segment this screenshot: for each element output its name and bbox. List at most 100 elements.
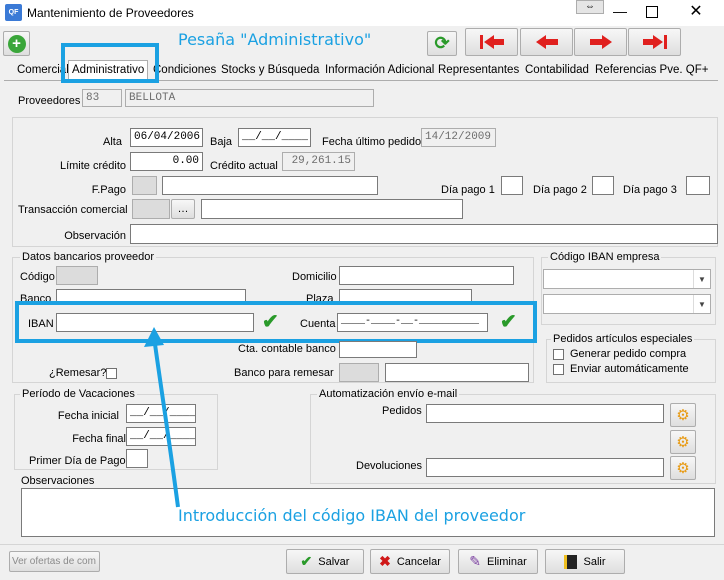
tab-annotation: Pesaña "Administrativo"	[178, 30, 372, 49]
enviar-label: Enviar automáticamente	[570, 363, 689, 375]
remesar-label: ¿Remesar?	[49, 367, 107, 379]
codigo-field[interactable]	[56, 266, 98, 285]
restore-icon[interactable]: ⇔	[576, 0, 604, 14]
iban-empresa-select-1[interactable]: ▼	[543, 269, 711, 289]
dia3-field[interactable]	[686, 176, 710, 195]
salir-button[interactable]: Salir	[545, 549, 625, 574]
iban-annotation: Introducción del código IBAN del proveed…	[178, 506, 526, 525]
credito-actual-value: 29,261.15	[291, 155, 351, 167]
credito-actual-label: Crédito actual	[210, 160, 278, 172]
minimize-icon[interactable]: —	[610, 3, 630, 23]
codigo-label: Código	[20, 271, 55, 283]
banco-remesar-desc[interactable]	[385, 363, 529, 382]
tab-stocks[interactable]: Stocks y Búsqueda	[218, 62, 322, 80]
observaciones-label: Observaciones	[21, 475, 95, 487]
tab-informacion[interactable]: Información Adicional	[322, 62, 437, 80]
domicilio-field[interactable]	[339, 266, 514, 285]
close-icon[interactable]: ✕	[686, 2, 706, 22]
transaccion-browse-button[interactable]: …	[171, 199, 195, 219]
observacion-field[interactable]	[130, 224, 718, 244]
next-record-button[interactable]	[574, 28, 627, 56]
tab-highlight	[61, 43, 159, 83]
devoluciones-email-field[interactable]	[426, 458, 664, 477]
email-gear-icon: ⚙	[676, 460, 690, 477]
first-icon	[479, 35, 504, 49]
pedidos-email-field[interactable]	[426, 404, 664, 423]
email-title: Automatización envío e-mail	[317, 388, 460, 400]
fecha-ultimo-label: Fecha último pedido	[322, 136, 422, 148]
generar-checkbox[interactable]	[553, 349, 564, 360]
last-record-button[interactable]	[628, 28, 681, 56]
cancelar-button[interactable]: ✖ Cancelar	[370, 549, 450, 574]
ver-ofertas-label: Ver ofertas de com	[12, 556, 96, 567]
refresh-icon: ⟳	[434, 33, 450, 53]
banco-remesar-label: Banco para remesar	[234, 367, 334, 379]
pedidos-especiales-title: Pedidos artículos especiales	[551, 333, 695, 345]
baja-field[interactable]: __/__/____	[238, 128, 311, 147]
pedidos-label: Pedidos	[382, 405, 422, 417]
banco-group-title: Datos bancarios proveedor	[20, 251, 157, 263]
x-icon: ✖	[379, 553, 391, 569]
footer-separator	[0, 544, 724, 545]
extra-email-button[interactable]: ⚙	[670, 430, 696, 454]
dia1-field[interactable]	[501, 176, 523, 195]
previous-record-button[interactable]	[520, 28, 573, 56]
annotation-arrow	[144, 327, 180, 508]
fecha-ultimo-field: 14/12/2009	[421, 128, 496, 147]
iban-empresa-select-2[interactable]: ▼	[543, 294, 711, 314]
enviar-checkbox[interactable]	[553, 364, 564, 375]
tab-condiciones[interactable]: Condiciones	[150, 62, 219, 80]
tab-referencias[interactable]: Referencias Pve. QF+	[592, 62, 711, 80]
credito-actual-field: 29,261.15	[282, 152, 355, 171]
banco-remesar-code[interactable]	[339, 363, 379, 382]
last-icon	[642, 35, 667, 49]
salvar-label: Salvar	[318, 555, 350, 568]
dia2-field[interactable]	[592, 176, 614, 195]
door-icon	[564, 554, 578, 569]
tab-contabilidad[interactable]: Contabilidad	[522, 62, 592, 80]
alta-label: Alta	[103, 136, 122, 148]
limite-field[interactable]: 0.00	[130, 152, 203, 171]
pedidos-email-button[interactable]: ⚙	[670, 403, 696, 427]
limite-label: Límite crédito	[59, 160, 126, 172]
first-record-button[interactable]	[465, 28, 518, 56]
cta-contable-label: Cta. contable banco	[238, 343, 336, 355]
fecha-final-label: Fecha final	[72, 433, 126, 445]
next-icon	[589, 35, 612, 49]
fpago-code[interactable]	[132, 176, 157, 195]
ver-ofertas-button[interactable]: Ver ofertas de com	[9, 551, 100, 572]
previous-icon	[535, 35, 558, 49]
salvar-button[interactable]: ✔ Salvar	[286, 549, 364, 574]
salir-label: Salir	[583, 555, 606, 568]
provider-code[interactable]: 83	[82, 89, 122, 107]
email-gear-icon: ⚙	[676, 434, 690, 451]
provider-name[interactable]: BELLOTA	[125, 89, 374, 107]
devoluciones-email-button[interactable]: ⚙	[670, 456, 696, 480]
add-button[interactable]: +	[3, 31, 30, 56]
fecha-inicial-label: Fecha inicial	[57, 410, 119, 422]
transaccion-desc[interactable]	[201, 199, 463, 219]
fpago-label: F.Pago	[91, 184, 126, 196]
tab-representantes[interactable]: Representantes	[435, 62, 522, 80]
dia1-label: Día pago 1	[441, 184, 495, 196]
generar-label: Generar pedido compra	[570, 348, 687, 360]
eraser-icon: ✎	[469, 553, 481, 569]
cancelar-label: Cancelar	[396, 555, 441, 568]
maximize-icon[interactable]	[646, 6, 658, 18]
window-title: Mantenimiento de Proveedores	[27, 6, 194, 20]
baja-label: Baja	[210, 136, 233, 148]
refresh-button[interactable]: ⟳	[427, 31, 457, 56]
alta-field[interactable]: 06/04/2006	[130, 128, 203, 147]
dia3-label: Día pago 3	[623, 184, 677, 196]
fpago-desc[interactable]	[162, 176, 378, 195]
cta-contable-field[interactable]	[339, 341, 417, 358]
primer-dia-label: Primer Día de Pago	[29, 455, 126, 467]
iban-empresa-group	[541, 257, 716, 325]
eliminar-button[interactable]: ✎ Eliminar	[458, 549, 538, 574]
transaccion-code[interactable]	[132, 199, 170, 219]
app-icon: QF	[5, 4, 22, 21]
transaccion-label: Transacción comercial	[18, 204, 128, 216]
eliminar-label: Eliminar	[487, 555, 527, 568]
remesar-checkbox[interactable]	[106, 368, 117, 379]
chevron-down-icon: ▼	[693, 295, 710, 313]
